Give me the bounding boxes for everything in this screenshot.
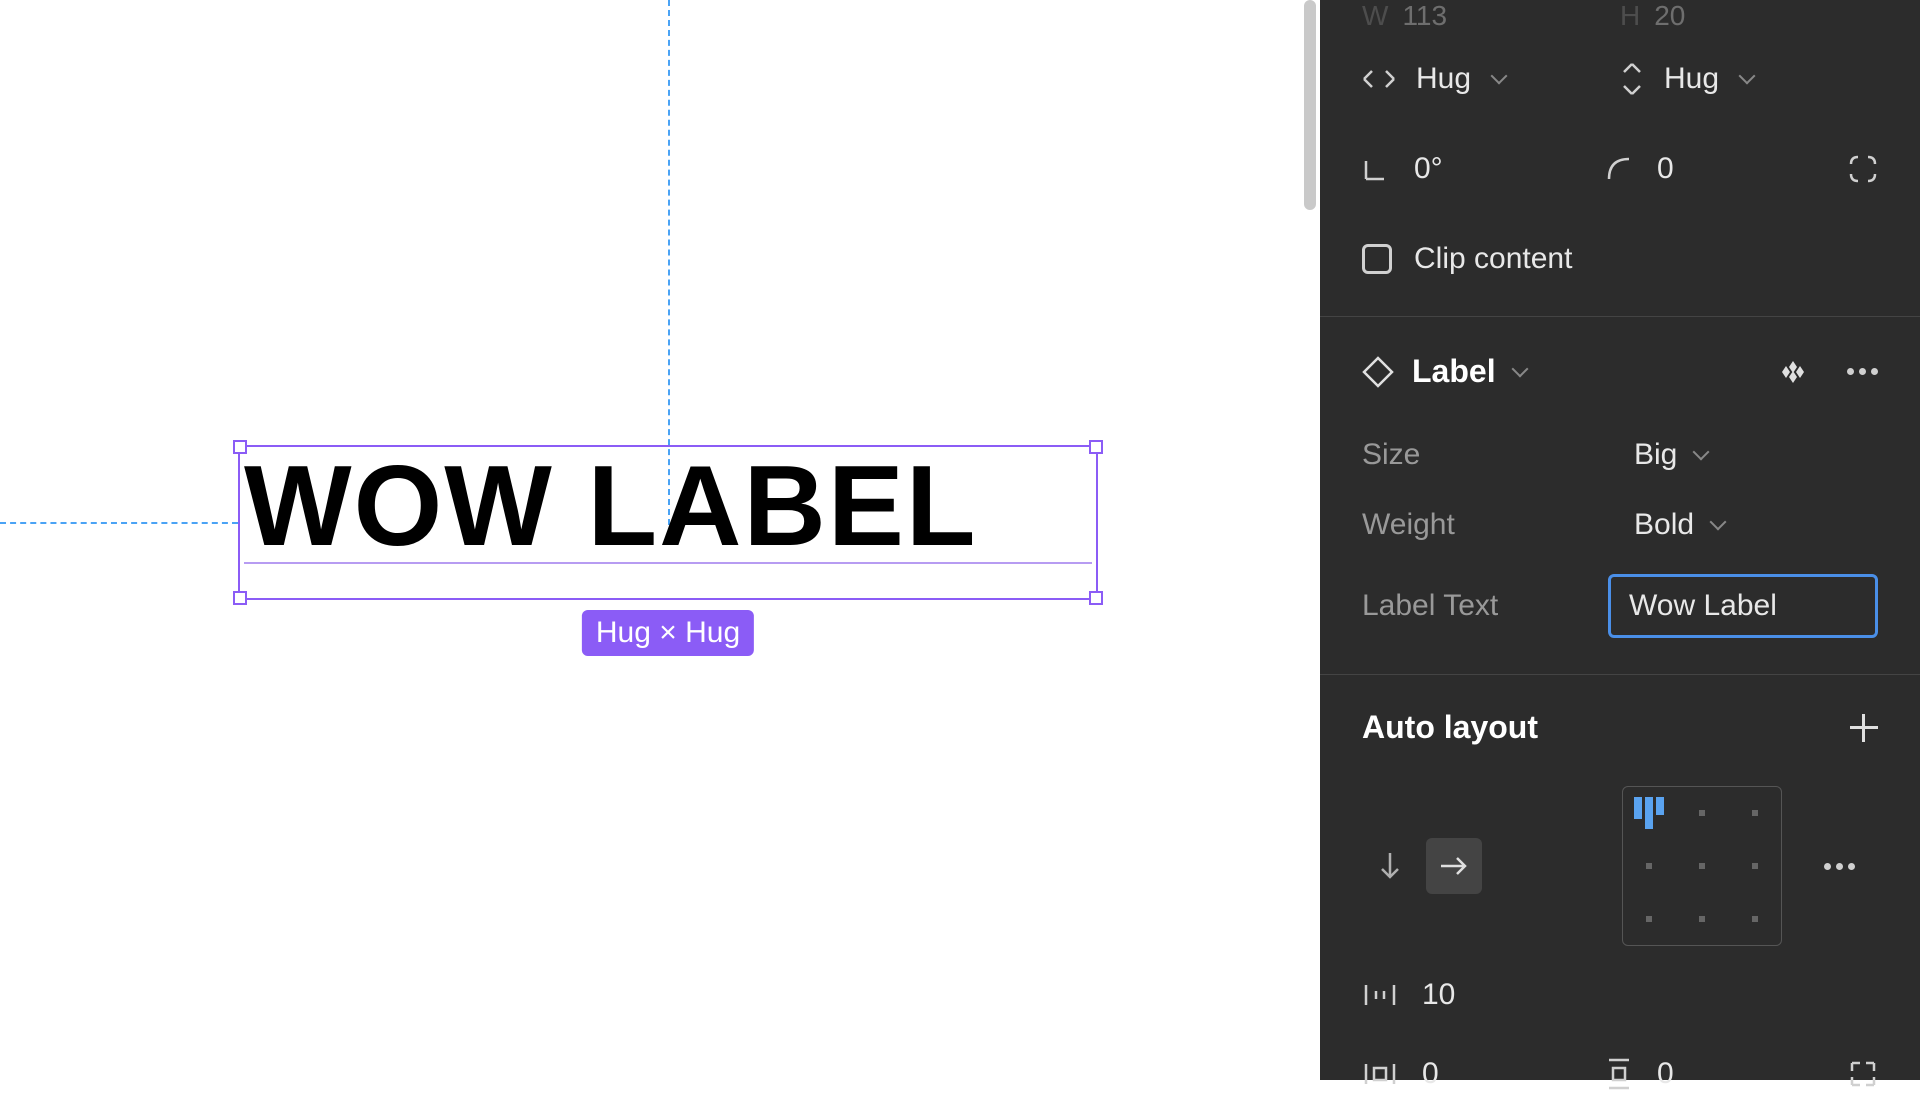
- chevron-down-icon: [1693, 446, 1711, 464]
- add-auto-layout-button[interactable]: [1850, 714, 1878, 742]
- horizontal-resize-value: Hug: [1416, 62, 1471, 96]
- gap-row: 10: [1320, 956, 1920, 1034]
- vertical-resize-dropdown[interactable]: Hug: [1620, 62, 1878, 96]
- corner-radius-value: 0: [1657, 152, 1674, 186]
- transform-row: 0° 0: [1320, 126, 1920, 212]
- rotation-input[interactable]: 0°: [1362, 152, 1605, 186]
- auto-layout-more-button[interactable]: [1824, 863, 1855, 870]
- weight-label: Weight: [1362, 508, 1634, 542]
- horizontal-padding-icon: [1362, 1060, 1398, 1088]
- clip-content-checkbox[interactable]: Clip content: [1320, 212, 1920, 316]
- gap-input[interactable]: 10: [1362, 978, 1878, 1012]
- weight-dropdown[interactable]: Bold: [1634, 508, 1728, 542]
- auto-layout-header: Auto layout: [1320, 675, 1920, 776]
- component-section-header: Label: [1320, 317, 1920, 420]
- canvas-area[interactable]: WOW LABEL Hug × Hug: [0, 0, 1320, 1080]
- vertical-padding-icon: [1605, 1056, 1633, 1092]
- horizontal-guide: [0, 522, 238, 524]
- horizontal-padding-input[interactable]: 0: [1362, 1057, 1605, 1091]
- width-label: W: [1362, 0, 1388, 32]
- rotation-value: 0°: [1414, 152, 1443, 186]
- vertical-padding-value: 0: [1657, 1057, 1674, 1091]
- size-value: Big: [1634, 438, 1677, 472]
- corner-radius-input[interactable]: 0: [1605, 152, 1848, 186]
- horizontal-direction-button[interactable]: [1426, 838, 1482, 894]
- width-value[interactable]: 113: [1402, 0, 1447, 32]
- chevron-down-icon: [1739, 70, 1757, 88]
- horizontal-padding-value: 0: [1422, 1057, 1439, 1091]
- individual-corners-icon[interactable]: [1848, 154, 1878, 184]
- selection-size-badge: Hug × Hug: [582, 610, 754, 656]
- auto-layout-direction-row: [1320, 776, 1920, 956]
- angle-icon: [1362, 155, 1390, 183]
- weight-property-row: Weight Bold: [1320, 490, 1920, 560]
- auto-layout-title: Auto layout: [1362, 709, 1538, 746]
- horizontal-resize-dropdown[interactable]: Hug: [1362, 62, 1620, 96]
- corner-radius-icon: [1605, 155, 1633, 183]
- arrow-right-icon: [1439, 854, 1469, 878]
- resize-handle-bottom-left[interactable]: [233, 591, 247, 605]
- checkbox-icon: [1362, 244, 1392, 274]
- horizontal-resize-icon: [1362, 67, 1396, 91]
- resize-handle-top-right[interactable]: [1089, 440, 1103, 454]
- component-name-dropdown[interactable]: Label: [1412, 353, 1530, 390]
- selection-bounds[interactable]: Hug × Hug: [238, 445, 1098, 600]
- label-text-input[interactable]: [1608, 574, 1878, 638]
- label-text-label: Label Text: [1362, 589, 1608, 623]
- individual-padding-icon[interactable]: [1848, 1059, 1878, 1089]
- canvas-scrollbar[interactable]: [1304, 0, 1316, 210]
- gap-value: 10: [1422, 978, 1455, 1012]
- component-name: Label: [1412, 353, 1496, 390]
- properties-panel: W 113 H 20 Hug Hug 0° 0 Cl: [1320, 0, 1920, 1080]
- height-label: H: [1620, 0, 1640, 32]
- alignment-grid[interactable]: [1622, 786, 1782, 946]
- gap-icon: [1362, 981, 1398, 1009]
- resize-handle-bottom-right[interactable]: [1089, 591, 1103, 605]
- size-label: Size: [1362, 438, 1634, 472]
- vertical-direction-button[interactable]: [1362, 838, 1418, 894]
- vertical-padding-input[interactable]: 0: [1605, 1056, 1848, 1092]
- chevron-down-icon: [1512, 363, 1530, 381]
- chevron-down-icon: [1491, 70, 1509, 88]
- clip-content-label: Clip content: [1414, 242, 1572, 276]
- vertical-resize-icon: [1620, 62, 1644, 96]
- arrow-down-icon: [1378, 851, 1402, 881]
- variants-icon[interactable]: [1779, 358, 1807, 386]
- chevron-down-icon: [1710, 516, 1728, 534]
- weight-value: Bold: [1634, 508, 1694, 542]
- padding-row: 0 0: [1320, 1034, 1920, 1114]
- label-text-property-row: Label Text: [1320, 560, 1920, 674]
- resize-handle-top-left[interactable]: [233, 440, 247, 454]
- size-dropdown[interactable]: Big: [1634, 438, 1711, 472]
- resize-row: Hug Hug: [1320, 32, 1920, 126]
- vertical-resize-value: Hug: [1664, 62, 1719, 96]
- component-more-button[interactable]: [1847, 368, 1878, 375]
- dimension-row: W 113 H 20: [1320, 0, 1920, 32]
- component-diamond-icon: [1362, 356, 1394, 388]
- size-property-row: Size Big: [1320, 420, 1920, 490]
- height-value[interactable]: 20: [1654, 0, 1685, 32]
